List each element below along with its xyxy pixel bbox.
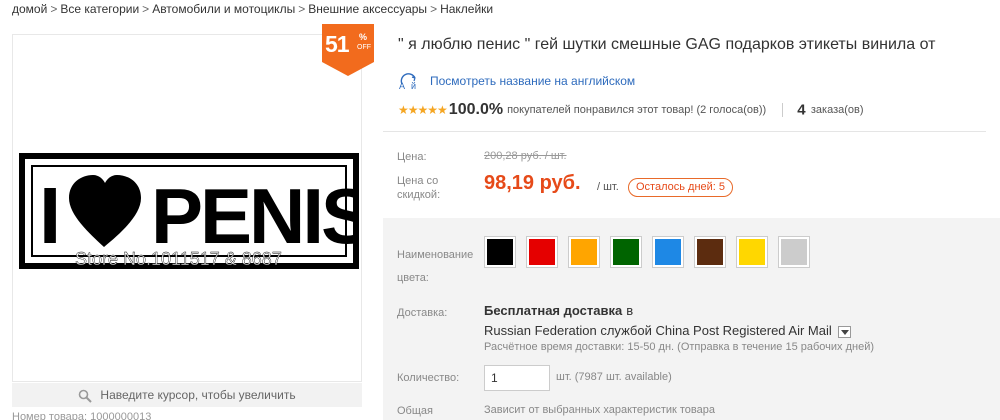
magnifier-icon xyxy=(79,389,93,403)
shipping-in-word: в xyxy=(626,303,634,318)
shipping-dropdown-icon[interactable] xyxy=(837,325,851,338)
breadcrumb-separator: > xyxy=(298,2,306,16)
product-title: " я люблю пенис " гей шутки смешные GAG … xyxy=(398,36,936,53)
product-image[interactable]: I PENIS Store No.1011517 & 8687 xyxy=(19,153,359,269)
shipping-eta: Расчётное время доставки: 15-50 дн. (Отп… xyxy=(484,341,875,353)
sticker-text-i: I xyxy=(39,171,61,260)
orders-label: заказа(ов) xyxy=(810,104,864,116)
color-swatch-yellow[interactable] xyxy=(736,236,768,268)
color-label: Наименование цвета: xyxy=(397,249,474,284)
breadcrumb-separator: > xyxy=(142,2,150,16)
divider xyxy=(383,131,986,132)
shipping-method-text: Russian Federation службой China Post Re… xyxy=(484,323,832,338)
breadcrumb-home[interactable]: домой xyxy=(12,2,47,16)
color-swatch-brown[interactable] xyxy=(694,236,726,268)
options-panel xyxy=(383,218,1000,420)
color-swatch-blue[interactable] xyxy=(652,236,684,268)
watermark-text: Store No.1011517 & 8687 xyxy=(75,249,282,269)
breadcrumb-auto-moto[interactable]: Автомобили и мотоциклы xyxy=(152,2,295,16)
zoom-hint-text: Наведите курсор, чтобы увеличить xyxy=(100,388,296,402)
color-swatch-silver[interactable] xyxy=(778,236,810,268)
color-swatch-red[interactable] xyxy=(526,236,558,268)
total-note: Зависит от выбранных характеристик товар… xyxy=(484,404,715,416)
breadcrumb-separator: > xyxy=(430,2,438,16)
price-label: Цена: xyxy=(397,151,427,163)
breadcrumb-stickers[interactable]: Наклейки xyxy=(440,2,493,16)
orders-count: 4 xyxy=(797,101,806,119)
translate-icon: A й xyxy=(399,73,416,91)
breadcrumb-separator: > xyxy=(50,2,58,16)
old-price: 200,28 руб. / шт. xyxy=(484,150,567,162)
divider xyxy=(782,103,784,117)
quantity-label: Количество: xyxy=(397,372,460,384)
product-gallery[interactable]: I PENIS Store No.1011517 & 8687 xyxy=(12,34,362,382)
translate-row: A й Посмотреть название на английском xyxy=(398,73,635,91)
svg-text:й: й xyxy=(411,81,416,91)
translate-link[interactable]: Посмотреть название на английском xyxy=(430,74,635,88)
color-swatch-green[interactable] xyxy=(610,236,642,268)
shipping-title-text: Бесплатная доставка xyxy=(484,303,623,318)
discount-price-label: Цена со скидкой: xyxy=(397,175,441,201)
discount-percent: % xyxy=(359,32,368,42)
heart-icon xyxy=(69,175,141,247)
shipping-label: Доставка: xyxy=(397,307,448,319)
rating-row: ★★★★★ 100.0% покупателей понравился этот т… xyxy=(398,101,988,123)
rating-text[interactable]: покупателей понравился этот товар! (2 го… xyxy=(507,104,766,116)
total-label: Общая xyxy=(397,405,433,417)
quantity-input[interactable] xyxy=(484,365,550,391)
quantity-available: шт. (7987 шт. available) xyxy=(556,371,672,383)
item-number: Номер товара: 1000000013 xyxy=(12,411,152,420)
shipping-method[interactable]: Russian Federation службой China Post Re… xyxy=(484,323,851,338)
rating-stars-icon[interactable]: ★★★★★ xyxy=(398,103,448,117)
countdown-badge: Осталось дней: 5 xyxy=(628,178,734,197)
discount-value: 51 xyxy=(325,31,350,57)
color-swatch-orange[interactable] xyxy=(568,236,600,268)
breadcrumb: домой > Все категории > Автомобили и мотоцик… xyxy=(12,2,493,16)
shipping-title: Бесплатная доставка в xyxy=(484,303,633,318)
price-unit: / шт. xyxy=(597,181,619,193)
discount-badge: 51 % OFF xyxy=(322,24,374,76)
rating-percent: 100.0% xyxy=(448,101,504,118)
breadcrumb-exterior-accessories[interactable]: Внешние аксессуары xyxy=(308,2,427,16)
discount-off: OFF xyxy=(357,44,371,51)
zoom-hint: Наведите курсор, чтобы увеличить xyxy=(12,383,362,407)
discount-price: 98,19 руб. xyxy=(484,172,581,194)
breadcrumb-all-categories[interactable]: Все категории xyxy=(60,2,139,16)
svg-text:A: A xyxy=(399,81,405,91)
sticker-text-word: PENIS xyxy=(151,172,359,260)
color-swatch-black[interactable] xyxy=(484,236,516,268)
